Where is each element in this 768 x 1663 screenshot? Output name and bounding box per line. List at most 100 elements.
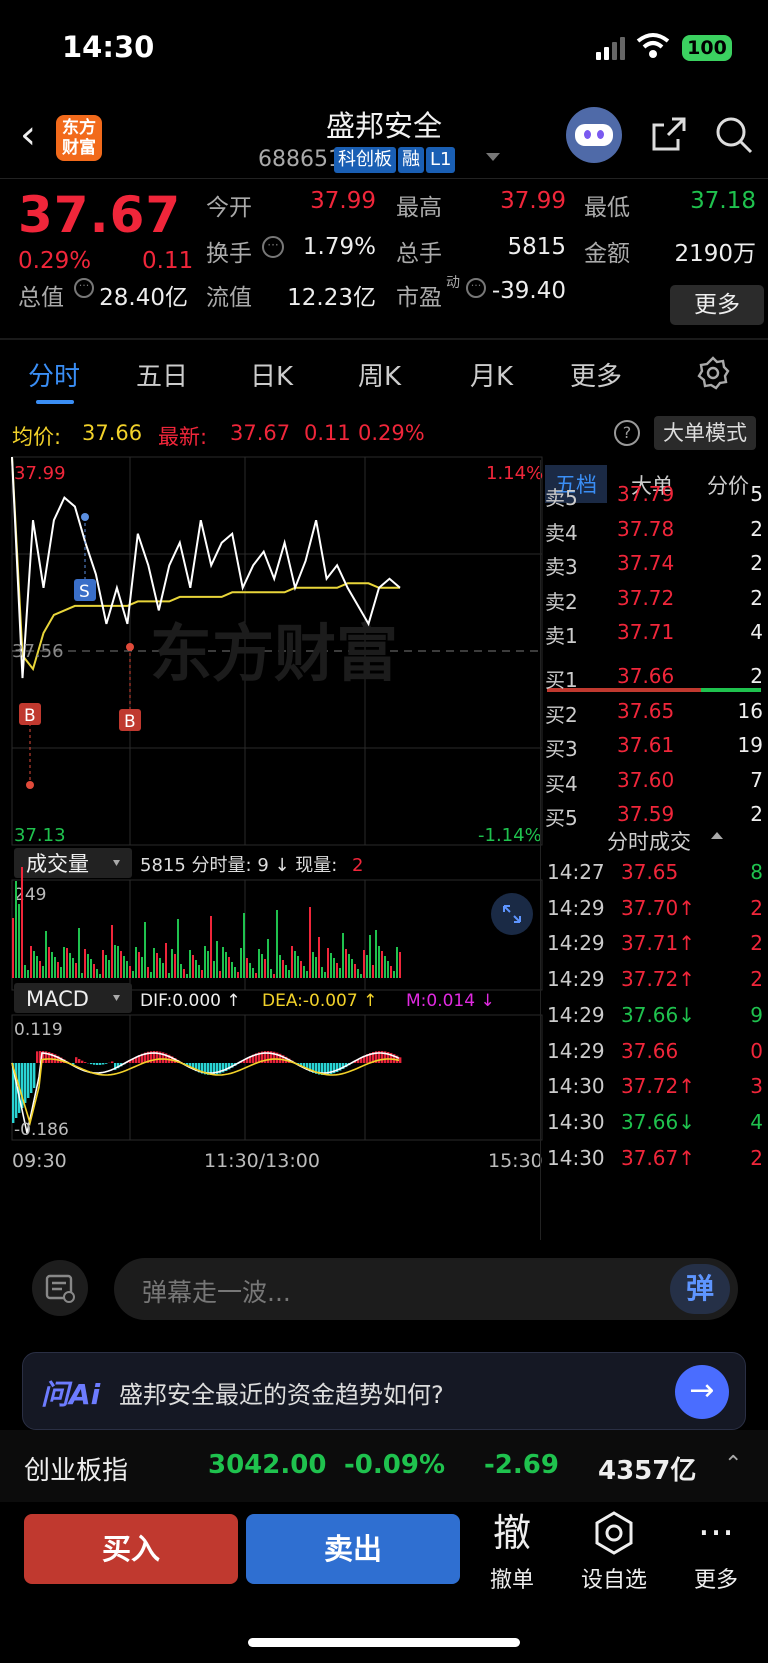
bid-price: 37.59	[617, 802, 675, 826]
volume-bar	[96, 969, 98, 978]
volume-bar	[291, 946, 293, 978]
volume-bar	[12, 918, 14, 978]
more-label: 更多	[693, 1568, 738, 1593]
search-icon[interactable]	[714, 115, 754, 155]
volume-bar	[318, 937, 320, 978]
tab-5day[interactable]: 五日	[136, 356, 188, 393]
tab-weekly-k[interactable]: 周K	[358, 356, 401, 393]
buy-button[interactable]: 买入	[24, 1514, 238, 1584]
tick-row: 14:29 37.72↑ 2	[545, 961, 763, 998]
danmu-send-button[interactable]: 弹	[670, 1264, 730, 1314]
volume-bar	[246, 958, 248, 978]
info-icon[interactable]: ···	[74, 278, 94, 298]
ticks-title[interactable]: 分时成交	[607, 826, 691, 856]
low-value: 37.18	[690, 188, 756, 214]
volume-bar	[216, 941, 218, 978]
help-icon[interactable]: ?	[614, 420, 640, 446]
high-value: 37.99	[500, 188, 566, 214]
ai-ask-bar[interactable]: 问Ai 盛邦安全最近的资金趋势如何? →	[22, 1352, 746, 1430]
volume-label: 总手	[396, 241, 442, 267]
bid-row[interactable]: 买3 37.61 19	[545, 729, 763, 763]
macd-bar	[111, 1061, 114, 1063]
chevron-down-icon[interactable]	[486, 153, 500, 161]
ask-row[interactable]: 卖4 37.78 2	[545, 513, 763, 547]
bid-row[interactable]: 买2 37.65 16	[545, 695, 763, 729]
ask-row[interactable]: 卖5 37.79 5	[545, 478, 763, 512]
add-watchlist-button[interactable]: 设自选	[574, 1510, 654, 1594]
tab-daily-k[interactable]: 日K	[250, 356, 293, 393]
battery-indicator: 100	[682, 35, 732, 61]
bid-level: 买4	[545, 771, 578, 796]
gear-icon[interactable]	[696, 356, 730, 390]
volume-bar	[273, 974, 275, 978]
volume-bar	[180, 964, 182, 978]
bid-level: 买2	[545, 702, 578, 727]
volume-bar	[54, 957, 56, 978]
tick-time: 14:30	[547, 1109, 605, 1134]
volume-bar	[72, 958, 74, 978]
ask-row[interactable]: 卖1 37.71 4	[545, 616, 763, 650]
tick-row: 14:29 37.66↓ 9	[545, 997, 763, 1034]
volume-bar	[186, 974, 188, 978]
tag-level: L1	[426, 147, 456, 173]
bid-qty: 2	[750, 802, 763, 826]
bid-row[interactable]: 买1 37.66 2	[545, 660, 763, 694]
more-fields-button[interactable]: 更多	[670, 285, 764, 325]
ai-robot-icon[interactable]	[566, 107, 622, 163]
danmu-settings-icon[interactable]	[32, 1260, 88, 1316]
high-label: 最高	[396, 195, 442, 221]
ai-logo: 问Ai	[41, 1378, 101, 1411]
info-icon[interactable]: ···	[466, 278, 486, 298]
sell-button[interactable]: 卖出	[246, 1514, 460, 1584]
big-order-mode-button[interactable]: 大单模式	[654, 416, 756, 450]
ask-row[interactable]: 卖2 37.72 2	[545, 582, 763, 616]
volume-bar	[114, 945, 116, 978]
more-actions-button[interactable]: ··· 更多	[676, 1510, 756, 1594]
macd-bar	[96, 1063, 99, 1065]
cancel-order-button[interactable]: 撤 撤单	[472, 1510, 552, 1594]
tick-price: 37.72↑	[621, 967, 696, 992]
turnover-label: 换手	[206, 241, 252, 267]
share-icon[interactable]	[650, 115, 688, 153]
danmu-input[interactable]: 弹幕走一波... 弹	[114, 1258, 738, 1320]
volume-bar	[300, 961, 302, 978]
pe-label: 市盈	[396, 285, 442, 311]
bid-row[interactable]: 买4 37.60 7	[545, 764, 763, 798]
volume-bar	[45, 931, 47, 978]
volume-bar	[267, 939, 269, 978]
tick-price: 37.66↓	[621, 1002, 696, 1027]
info-icon[interactable]: ···	[262, 236, 284, 258]
chevron-up-icon[interactable]	[711, 832, 723, 839]
intraday-chart[interactable]: 东方财富 S B B 37.99 1.14% 37.56 37.13 -1.14…	[0, 455, 545, 1240]
tick-time: 14:29	[547, 1002, 605, 1027]
ask-price: 37.74	[617, 551, 675, 575]
tick-price: 37.65	[621, 860, 679, 884]
volume-bar	[399, 952, 401, 978]
change-percent: 0.29%	[18, 248, 92, 274]
m-value: M:0.014 ↓	[406, 991, 495, 1011]
arrow-right-icon[interactable]: →	[675, 1365, 729, 1419]
index-ticker-bar[interactable]: 创业板指 3042.00 -0.09% -2.69 4357亿 ⌃	[0, 1430, 768, 1502]
bid-price: 37.65	[617, 698, 675, 723]
tick-time: 14:30	[547, 1145, 605, 1170]
watermark: 东方财富	[150, 617, 398, 690]
volume-bar	[363, 950, 365, 978]
chevron-up-icon[interactable]: ⌃	[724, 1452, 742, 1477]
volume-bar	[210, 916, 212, 978]
tab-intraday[interactable]: 分时	[28, 356, 80, 393]
tick-row: 14:27 37.65 8	[545, 854, 763, 891]
ask-row[interactable]: 卖3 37.74 2	[545, 547, 763, 581]
tick-row: 14:29 37.70↑ 2	[545, 890, 763, 927]
macd-bar	[81, 1060, 84, 1063]
tab-monthly-k[interactable]: 月K	[470, 356, 513, 393]
danmu-placeholder: 弹幕走一波...	[142, 1278, 291, 1307]
volume-bar	[360, 974, 362, 978]
bid-price: 37.61	[617, 733, 675, 757]
tab-more[interactable]: 更多	[570, 356, 622, 393]
ask-level: 卖5	[545, 486, 578, 510]
y-low-label: 37.13	[14, 825, 66, 846]
expand-button[interactable]	[491, 893, 533, 935]
signal-icon	[596, 36, 626, 60]
time-start-label: 09:30	[12, 1150, 67, 1172]
volume-bar	[84, 949, 86, 978]
